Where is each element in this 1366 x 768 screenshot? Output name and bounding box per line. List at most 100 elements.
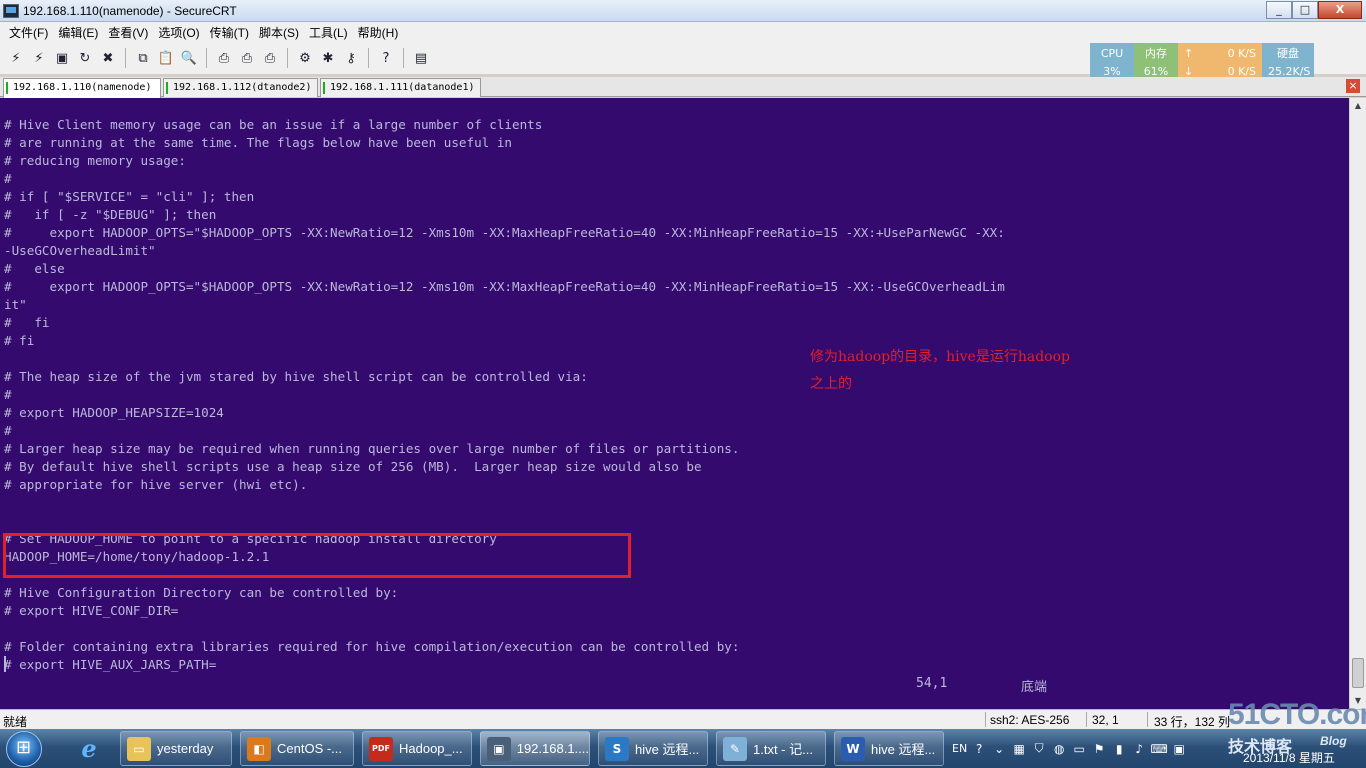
terminal-line: # Larger heap size may be required when … [4,441,740,456]
taskbar-item-label: 1.txt - 记... [753,742,813,757]
tab-datanode1[interactable]: 192.168.1.111(datanode1) [320,78,481,97]
print-screen-icon[interactable]: ⎙ [260,48,280,68]
taskbar-item[interactable]: Whive 远程... [834,731,944,766]
disk-label: 硬盘 [1277,47,1299,60]
terminal-line: # export HADOOP_OPTS="$HADOOP_OPTS -XX:N… [4,225,1005,240]
terminal-line: # reducing memory usage: [4,153,186,168]
menu-edit[interactable]: 编辑(E) [53,24,103,41]
securecrt-app-icon[interactable] [3,3,19,18]
taskbar-item[interactable]: ▣ 192.168.1.... [480,731,590,766]
menu-options[interactable]: 选项(O) [153,24,204,41]
connected-indicator-icon [166,82,168,94]
title-bar: 192.168.1.110(namenode) - SecureCRT _ □ … [0,0,1366,22]
copy-icon[interactable]: ⧉ [133,48,153,68]
tray-arrow-icon[interactable]: ⌄ [991,741,1007,757]
connected-indicator-icon [323,82,325,94]
taskbar-item[interactable]: ▭ yesterday [120,731,232,766]
menu-script[interactable]: 脚本(S) [254,24,304,41]
terminal-line: it" [4,297,27,312]
terminal-line: # fi [4,315,50,330]
globe-icon[interactable]: ◍ [1051,741,1067,757]
cpu-label: CPU [1100,47,1124,60]
flag-icon[interactable]: ⚑ [1091,741,1107,757]
terminal-line: # export HIVE_AUX_JARS_PATH= [4,657,217,672]
close-tab-icon[interactable]: × [1346,79,1360,93]
word-icon: W [841,736,865,761]
terminal-line: # [4,171,12,186]
sogou-icon: S [605,736,629,761]
terminal-line: # are running at the same time. The flag… [4,135,512,150]
help-icon[interactable]: ? [376,48,396,68]
system-tray: EN ? ⌄ ▦ ⛉ ◍ ▭ ⚑ ▮ ♪ ⌨ ▣ [952,729,1187,768]
language-indicator[interactable]: EN [952,742,967,755]
taskbar-item-label: hive 远程... [635,742,700,757]
annotation-note: 修为hadoop的目录，hive是运行hadoop 之上的 [810,344,1140,398]
grid-icon[interactable]: ▦ [1011,741,1027,757]
monitor-icon[interactable]: ▣ [1171,741,1187,757]
tab-dtanode2[interactable]: 192.168.1.112(dtanode2) [163,78,318,97]
securecrt-icon: ▣ [487,736,511,761]
tab-label: 192.168.1.112(dtanode2) [173,82,312,93]
volume-icon[interactable]: ♪ [1131,741,1147,757]
terminal-view[interactable]: # Hive Client memory usage can be an iss… [0,98,1349,709]
terminal-line: # if [ "$SERVICE" = "cli" ]; then [4,189,255,204]
tab-namenode[interactable]: 192.168.1.110(namenode) [3,78,161,98]
annotation-text-line2: 之上的 [810,376,852,392]
sftp-icon[interactable]: ▤ [411,48,431,68]
terminal-line: # if [ -z "$DEBUG" ]; then [4,207,217,222]
terminal-line: # Folder containing extra libraries requ… [4,639,740,654]
taskbar-item[interactable]: PDF Hadoop_... [362,731,472,766]
shield-icon[interactable]: ⛉ [1031,741,1047,757]
terminal-scrollbar[interactable]: ▲ ▼ [1349,98,1366,709]
keyboard-icon[interactable]: ⌨ [1151,741,1168,757]
status-divider [985,712,986,727]
close-button[interactable]: X [1318,1,1362,19]
disconnect-icon[interactable]: ✖ [98,48,118,68]
find-icon[interactable]: 🔍 [179,48,199,68]
menu-transfer[interactable]: 传输(T) [205,24,254,41]
help-icon[interactable]: ? [971,741,987,757]
status-size: 33 行，132 列 [1154,715,1231,729]
memory-label: 内存 [1145,47,1167,60]
scrollbar-thumb[interactable] [1352,658,1364,688]
notepad-icon: ✎ [723,736,747,761]
menu-view[interactable]: 查看(V) [103,24,153,41]
status-ready: 就绪 [3,715,28,729]
vim-scroll-position: 底端 [1021,680,1048,695]
toolbar-separator [125,48,126,68]
minimize-button[interactable]: _ [1266,1,1292,19]
quick-connect-icon[interactable]: ⚡ [29,48,49,68]
network-icon[interactable]: ▮ [1111,741,1127,757]
internet-explorer-icon[interactable]: e [66,732,112,766]
session-options-icon[interactable]: ⚙ [295,48,315,68]
status-bar: 就绪 ssh2: AES-256 32, 1 33 行，132 列 [0,709,1366,729]
print-icon[interactable]: ⎙ [237,48,257,68]
taskbar-item[interactable]: ◧ CentOS -... [240,731,354,766]
paste-icon[interactable]: 📋 [156,48,176,68]
folder-icon: ▭ [127,736,151,761]
display-icon[interactable]: ▭ [1071,741,1087,757]
taskbar-item[interactable]: ✎ 1.txt - 记... [716,731,826,766]
reconnect-icon[interactable]: ↻ [75,48,95,68]
menu-bar: 文件(F) 编辑(E) 查看(V) 选项(O) 传输(T) 脚本(S) 工具(L… [0,22,1366,42]
tab-label: 192.168.1.110(namenode) [13,82,152,93]
connect-icon[interactable]: ⚡ [6,48,26,68]
menu-tools[interactable]: 工具(L) [304,24,353,41]
global-options-icon[interactable]: ✱ [318,48,338,68]
scroll-up-arrow-icon[interactable]: ▲ [1350,98,1366,114]
menu-file[interactable]: 文件(F) [4,24,53,41]
menu-help[interactable]: 帮助(H) [353,24,404,41]
connected-indicator-icon [6,82,8,94]
taskbar-item-label: Hadoop_... [399,741,463,756]
window-title: 192.168.1.110(namenode) - SecureCRT [23,3,237,18]
toolbar-separator [403,48,404,68]
print-setup-icon[interactable]: ⎙ [214,48,234,68]
taskbar-item[interactable]: Shive 远程... [598,731,708,766]
keymap-icon[interactable]: ⚷ [341,48,361,68]
connect-tab-icon[interactable]: ▣ [52,48,72,68]
session-tab-bar: 192.168.1.110(namenode) 192.168.1.112(dt… [0,77,1366,98]
maximize-button[interactable]: □ [1292,1,1318,19]
start-button[interactable] [6,731,42,767]
